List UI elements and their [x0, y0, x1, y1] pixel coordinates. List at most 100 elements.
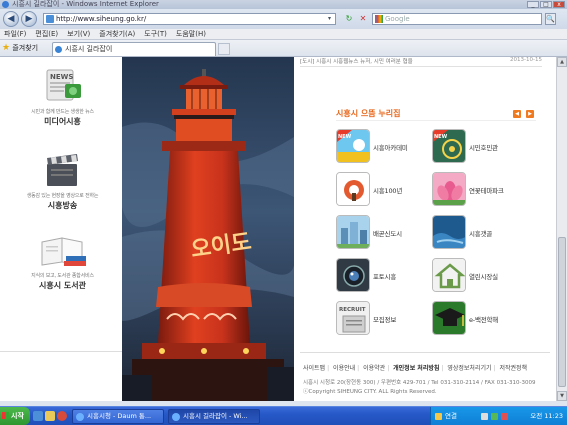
menu-view[interactable]: 보기(V)	[67, 29, 90, 40]
left-divider	[0, 351, 122, 352]
close-button[interactable]: x	[553, 1, 565, 8]
item-recruit-info[interactable]: RECRUIT 모집정보	[336, 301, 440, 337]
footer-link-terms[interactable]: 이용약관	[363, 365, 385, 372]
search-placeholder: Google	[385, 15, 410, 23]
tidal-flat-icon	[432, 215, 466, 249]
taskbar-task-daum[interactable]: 시흥시청 - Daum 통...	[72, 409, 164, 424]
search-button[interactable]: 🔍	[545, 13, 556, 25]
new-tab-button[interactable]	[218, 43, 230, 55]
tray-network-icon[interactable]	[435, 413, 442, 420]
footer-link-sitemap[interactable]: 사이트맵	[303, 365, 325, 372]
google-icon	[375, 15, 383, 23]
footer-links: 사이트맵 | 이용안내 | 이용약관 | 개인정보 처리방침 | 영상정보처리기기 | 저…	[303, 365, 528, 372]
mayor-office-icon	[432, 258, 466, 292]
minimize-button[interactable]: _	[527, 1, 539, 8]
media-desc: 시민과 함께 만드는 생생한 뉴스	[31, 109, 94, 115]
tray-volume-icon[interactable]	[481, 413, 488, 420]
service-siheung-broadcast[interactable]: 생동감 있는 현장을 영상으로 전하는 시흥방송	[10, 150, 115, 211]
e-learning-icon	[432, 301, 466, 335]
footer-link-cctv[interactable]: 영상정보처리기기	[447, 365, 491, 372]
tab-bar: ★ 즐겨찾기 시흥시 길라잡이	[0, 40, 567, 57]
item-siheung-100-years[interactable]: 시흥100년	[336, 172, 440, 208]
item-label: 시흥100년	[373, 187, 403, 195]
menu-edit[interactable]: 편집(E)	[35, 29, 58, 40]
scroll-up-button[interactable]: ▲	[557, 57, 567, 67]
news-headline: 시흥시 시흥웹뉴스 뉴저, 시민 여러분 협을	[316, 59, 413, 65]
new-badge: NEW	[338, 134, 352, 140]
prev-arrow-button[interactable]: ◀	[513, 110, 521, 118]
taskbar-task-siheung[interactable]: 시흥시 길라잡이 - Wi...	[168, 409, 260, 424]
refresh-button[interactable]: ↻	[343, 13, 355, 25]
windows-flag-icon	[2, 412, 9, 419]
news-divider	[300, 66, 542, 67]
service-siheung-library[interactable]: 지식의 보고, 도서관 종합서비스 시흥시 도서관	[10, 234, 115, 291]
task-label: 시흥시 길라잡이 - Wi...	[183, 412, 248, 420]
service-media-siheung[interactable]: NEWS 시민과 함께 만드는 생생한 뉴스 미디어시흥	[10, 66, 115, 127]
item-label: 모집정보	[373, 316, 397, 324]
item-e-learning[interactable]: e-백전학해	[432, 301, 536, 337]
quicklaunch-app-icon[interactable]	[57, 411, 67, 421]
vertical-scrollbar[interactable]: ▲ ▼	[556, 57, 567, 401]
tray-clock: 오전 11:23	[530, 412, 563, 420]
menu-help[interactable]: 도움말(H)	[176, 29, 206, 40]
tab-active[interactable]: 시흥시 길라잡이	[52, 42, 216, 56]
window-titlebar: 시흥시 길라잡이 - Windows Internet Explorer _ □…	[0, 0, 567, 9]
item-siheung-academy[interactable]: NEW 시흥아카데미	[336, 129, 440, 165]
stop-button[interactable]: ✕	[357, 13, 369, 25]
forward-button[interactable]: ▶	[21, 11, 37, 27]
start-button[interactable]: 시작	[0, 407, 30, 425]
address-dropdown-icon[interactable]: ▾	[325, 14, 334, 24]
media-name: 미디어시흥	[44, 117, 81, 126]
favorites-label: 즐겨찾기	[12, 44, 39, 52]
star-icon: ★	[2, 43, 11, 53]
quicklaunch-folder-icon[interactable]	[45, 411, 55, 421]
item-label: 연꽃테마파크	[469, 187, 504, 195]
section-title: 시흥시 으뜸 누리집	[336, 109, 401, 118]
window-title: 시흥시 길라잡이 - Windows Internet Explorer	[12, 0, 159, 8]
item-lotus-theme-park[interactable]: 연꽃테마파크	[432, 172, 536, 208]
item-citizen-ombudsman[interactable]: NEW 시민호민관	[432, 129, 536, 165]
search-input[interactable]: Google	[372, 13, 542, 25]
footer-link-guide[interactable]: 이용안내	[333, 365, 355, 372]
footer-copyright: ⓒCopyright SIHEUNG CITY. ALL Rights Rese…	[303, 389, 437, 395]
menu-bar: 파일(F) 편집(E) 보기(V) 즐겨찾기(A) 도구(T) 도움말(H)	[0, 29, 567, 40]
lotus-icon	[432, 172, 466, 206]
page-icon	[46, 15, 54, 23]
item-open-mayor-office[interactable]: 열린시장실	[432, 258, 536, 294]
task-label: 시흥시청 - Daum 통...	[87, 412, 152, 420]
back-button[interactable]: ◀	[3, 11, 19, 27]
taskbar: 시작 시흥시청 - Daum 통... 시흥시 길라잡이 - Wi... 연결 …	[0, 406, 567, 425]
item-baegot-new-city[interactable]: 배곧신도시	[336, 215, 440, 251]
news-ticker[interactable]: [도시] 시흥시 시흥웹뉴스 뉴저, 시민 여러분 협을 2013-10-15	[300, 57, 550, 65]
recruit-icon: RECRUIT	[336, 301, 370, 335]
menu-favorites[interactable]: 즐겨찾기(A)	[99, 29, 135, 40]
menu-tools[interactable]: 도구(T)	[144, 29, 167, 40]
item-siheung-tidal-creek[interactable]: 시흥갯골	[432, 215, 536, 251]
scroll-down-button[interactable]: ▼	[557, 391, 567, 401]
start-label: 시작	[11, 412, 24, 420]
item-photo-siheung[interactable]: 포토시흥	[336, 258, 440, 294]
scroll-thumb[interactable]	[558, 237, 566, 387]
ombudsman-icon: NEW	[432, 129, 466, 163]
ie-task-icon	[76, 413, 84, 421]
footer-link-privacy[interactable]: 개인정보 처리방침	[393, 365, 439, 372]
quicklaunch-ie-icon[interactable]	[33, 411, 43, 421]
tray-connection-label[interactable]: 연결	[445, 407, 457, 425]
next-arrow-button[interactable]: ▶	[526, 110, 534, 118]
address-input[interactable]: http://www.siheung.go.kr/ ▾	[43, 13, 336, 25]
item-label: 시흥아카데미	[373, 144, 408, 152]
item-label: 열린시장실	[469, 273, 498, 281]
ie-logo-icon	[2, 1, 9, 8]
tray-alert-icon[interactable]	[501, 413, 508, 420]
favorites-button[interactable]: ★ 즐겨찾기	[2, 43, 38, 53]
menu-file[interactable]: 파일(F)	[4, 29, 26, 40]
footer-address: 시흥시 시청로 20(장현동 300) / 우편번호 429-701 / Tel…	[303, 380, 536, 386]
footer-link-copyright[interactable]: 저작권정책	[499, 365, 527, 372]
recruit-badge: RECRUIT	[339, 307, 366, 313]
history-100-icon	[336, 172, 370, 206]
clapperboard-icon	[41, 150, 85, 190]
maximize-button[interactable]: □	[540, 1, 552, 8]
news-icon: NEWS	[41, 66, 85, 106]
section-divider	[336, 120, 536, 121]
tray-security-icon[interactable]	[491, 413, 498, 420]
